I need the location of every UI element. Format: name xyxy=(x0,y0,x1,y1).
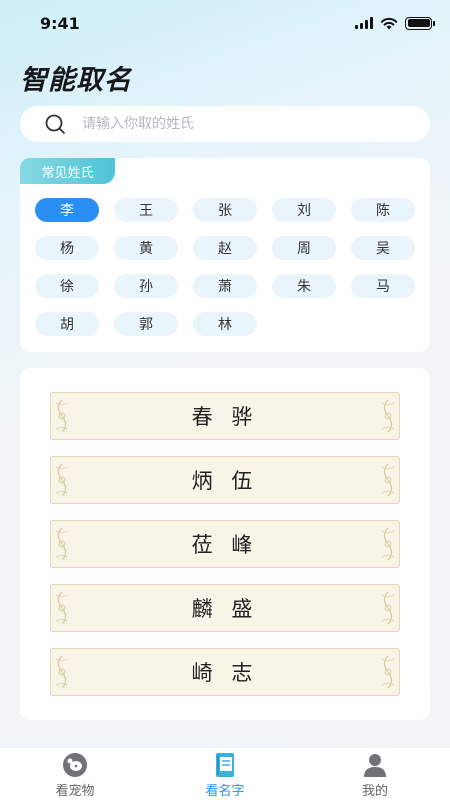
surname-chip[interactable]: 徐 xyxy=(35,274,99,298)
scroll-ornament-icon xyxy=(55,527,69,561)
battery-icon xyxy=(405,16,435,30)
name-scroll-item[interactable]: 崎 志 xyxy=(50,648,400,696)
status-icons xyxy=(355,16,435,30)
scroll-ornament-icon xyxy=(55,591,69,625)
scroll-ornament-icon xyxy=(381,527,395,561)
scroll-ornament-icon xyxy=(381,655,395,689)
name-text: 炳 伍 xyxy=(191,469,259,493)
battery-fill xyxy=(407,19,430,27)
surname-chip[interactable]: 黄 xyxy=(114,236,178,260)
cellular-signal-icon xyxy=(355,17,373,29)
scroll-ornament-icon xyxy=(381,463,395,497)
surname-chip[interactable]: 刘 xyxy=(272,198,336,222)
bottom-tab-bar: 看宠物 看名字 我的 xyxy=(0,748,450,800)
surname-chip[interactable]: 张 xyxy=(193,198,257,222)
common-surnames-tag: 常见姓氏 xyxy=(20,158,115,184)
tab-label: 看名字 xyxy=(205,784,245,799)
tab-book[interactable]: 看名字 xyxy=(175,752,275,799)
surname-chip[interactable]: 马 xyxy=(351,274,415,298)
surname-chip[interactable]: 李 xyxy=(35,198,99,222)
surname-chip[interactable]: 周 xyxy=(272,236,336,260)
pet-icon xyxy=(63,753,87,777)
name-text: 麟 盛 xyxy=(191,597,259,621)
surname-chip[interactable]: 陈 xyxy=(351,198,415,222)
tab-pet[interactable]: 看宠物 xyxy=(25,752,125,799)
book-icon xyxy=(216,753,234,777)
surname-chip[interactable]: 林 xyxy=(193,312,257,336)
surname-chip[interactable]: 萧 xyxy=(193,274,257,298)
name-text: 春 骅 xyxy=(191,405,259,429)
name-scroll-item[interactable]: 麟 盛 xyxy=(50,584,400,632)
common-surnames-card: 常见姓氏 李王张刘陈杨黄赵周吴徐孙萧朱马胡郭林 xyxy=(20,158,430,352)
scroll-ornament-icon xyxy=(381,399,395,433)
surname-chip[interactable]: 郭 xyxy=(114,312,178,336)
surname-chip[interactable]: 杨 xyxy=(35,236,99,260)
tab-profile[interactable]: 我的 xyxy=(325,752,425,799)
page-title: 智能取名 xyxy=(20,65,132,96)
surname-chip[interactable]: 孙 xyxy=(114,274,178,298)
scroll-ornament-icon xyxy=(55,655,69,689)
name-scroll-item[interactable]: 莅 峰 xyxy=(50,520,400,568)
search-icon xyxy=(45,114,65,134)
search-bar[interactable] xyxy=(20,106,430,142)
name-scroll-item[interactable]: 炳 伍 xyxy=(50,456,400,504)
status-bar: 9:41 xyxy=(0,0,450,46)
surname-chip[interactable]: 胡 xyxy=(35,312,99,336)
wifi-icon xyxy=(380,17,398,29)
generated-names-card: 春 骅 炳 伍 莅 峰 麟 盛 崎 志 xyxy=(20,368,430,720)
name-text: 莅 峰 xyxy=(191,533,259,557)
surname-search-input[interactable] xyxy=(82,116,362,132)
surname-chip[interactable]: 朱 xyxy=(272,274,336,298)
scroll-ornament-icon xyxy=(55,463,69,497)
surname-chip[interactable]: 王 xyxy=(114,198,178,222)
name-text: 崎 志 xyxy=(191,661,259,685)
status-time: 9:41 xyxy=(40,13,80,33)
scroll-ornament-icon xyxy=(55,399,69,433)
scroll-ornament-icon xyxy=(381,591,395,625)
surname-chip[interactable]: 赵 xyxy=(193,236,257,260)
tab-label: 我的 xyxy=(361,784,388,799)
surname-chip[interactable]: 吴 xyxy=(351,236,415,260)
name-scroll-item[interactable]: 春 骅 xyxy=(50,392,400,440)
surname-grid: 李王张刘陈杨黄赵周吴徐孙萧朱马胡郭林 xyxy=(35,198,415,336)
tab-label: 看宠物 xyxy=(55,784,95,799)
profile-icon xyxy=(364,754,386,777)
